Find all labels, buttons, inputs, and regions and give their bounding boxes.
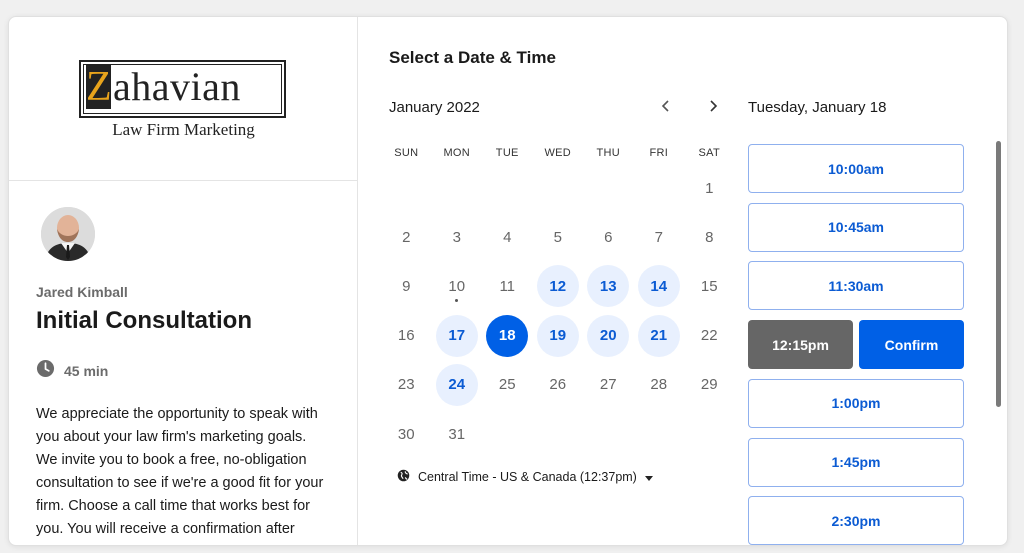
weekday-label: SUN <box>394 147 419 159</box>
weekday-label: WED <box>544 147 572 159</box>
calendar-day: 28 <box>650 376 668 394</box>
calendar-day-selected[interactable]: 18 <box>486 314 529 357</box>
duration-label: 45 min <box>64 363 109 379</box>
weekday-label: SAT <box>698 147 720 159</box>
scheduling-card: Z ahavian Law Firm Marketing Jared Kimba… <box>8 16 1008 546</box>
calendar-day[interactable]: 20 <box>587 314 630 357</box>
next-month-button[interactable] <box>702 97 724 119</box>
scheduler-panel: Select a Date & Time January 2022 SUN MON… <box>359 17 1007 545</box>
calendar-day: 2 <box>402 228 411 246</box>
weekday-label: FRI <box>649 147 669 159</box>
calendar-day[interactable]: 19 <box>536 314 579 357</box>
time-slot-selected[interactable]: 12:15pm <box>748 320 853 370</box>
logo-tagline: Law Firm Marketing <box>112 120 255 139</box>
confirm-button[interactable]: Confirm <box>859 320 964 370</box>
logo-wordmark: ahavian <box>113 64 241 109</box>
time-slot[interactable]: 1:00pm <box>748 378 964 428</box>
calendar-day: 5 <box>553 228 562 246</box>
time-slot[interactable]: 1:45pm <box>748 437 964 487</box>
company-logo: Z ahavian <box>79 60 286 118</box>
calendar-day: 25 <box>498 376 516 394</box>
logo-area: Z ahavian Law Firm Marketing <box>9 17 357 181</box>
page-title: Select a Date & Time <box>389 48 556 67</box>
calendar-day: 9 <box>402 277 411 295</box>
calendar-day: 1 <box>705 179 714 197</box>
calendar-day: 31 <box>448 425 466 443</box>
weekday-header: SUN MON TUE WED THU FRI SAT <box>381 147 735 159</box>
month-label: January 2022 <box>389 99 480 116</box>
timezone-label: Central Time - US & Canada (12:37pm) <box>418 470 637 484</box>
calendar-day: 3 <box>452 228 461 246</box>
event-title: Initial Consultation <box>36 307 252 334</box>
today-indicator <box>455 299 459 303</box>
weekday-label: TUE <box>495 147 519 159</box>
calendar-day[interactable]: 13 <box>587 265 630 308</box>
host-avatar <box>41 207 95 261</box>
time-slot[interactable]: 2:30pm <box>748 496 964 545</box>
calendar-day: 15 <box>700 277 718 295</box>
event-details-panel: Z ahavian Law Firm Marketing Jared Kimba… <box>9 17 358 545</box>
chevron-right-icon <box>707 99 719 118</box>
calendar-day: 8 <box>705 228 714 246</box>
calendar-day: 16 <box>397 327 415 345</box>
calendar-day[interactable]: 24 <box>435 363 478 406</box>
calendar-day: 6 <box>604 228 613 246</box>
calendar-day: 27 <box>599 376 617 394</box>
calendar-day[interactable]: 12 <box>536 265 579 308</box>
calendar-day: 30 <box>397 425 415 443</box>
calendar-day[interactable]: 17 <box>435 314 478 357</box>
event-duration: 45 min <box>36 359 108 383</box>
calendar-day[interactable]: 14 <box>637 265 680 308</box>
calendar-day: 4 <box>503 228 512 246</box>
time-slot[interactable]: 10:45am <box>748 202 964 252</box>
logo-initial: Z <box>86 64 112 110</box>
caret-down-icon <box>644 470 653 484</box>
calendar-day: 10 <box>436 265 478 307</box>
event-description: We appreciate the opportunity to speak w… <box>36 406 324 545</box>
selected-date-label: Tuesday, January 18 <box>748 99 887 116</box>
calendar-day: 26 <box>549 376 567 394</box>
timezone-selector[interactable]: Central Time - US & Canada (12:37pm) <box>397 469 653 485</box>
time-slot[interactable]: 10:00am <box>748 144 964 193</box>
globe-icon <box>397 469 410 485</box>
chevron-left-icon <box>660 99 672 118</box>
calendar-day: 11 <box>499 277 516 295</box>
host-name: Jared Kimball <box>36 284 128 300</box>
slot-scrollbar[interactable] <box>996 141 1001 407</box>
calendar-day: 7 <box>654 228 663 246</box>
calendar-day: 29 <box>700 376 718 394</box>
time-slot[interactable]: 11:30am <box>748 261 964 311</box>
weekday-label: THU <box>596 147 620 159</box>
weekday-label: MON <box>443 147 471 159</box>
calendar-day[interactable]: 21 <box>637 314 680 357</box>
prev-month-button[interactable] <box>655 97 677 119</box>
clock-icon <box>36 359 55 383</box>
calendar-day: 23 <box>397 376 415 394</box>
calendar-day: 22 <box>700 327 718 345</box>
